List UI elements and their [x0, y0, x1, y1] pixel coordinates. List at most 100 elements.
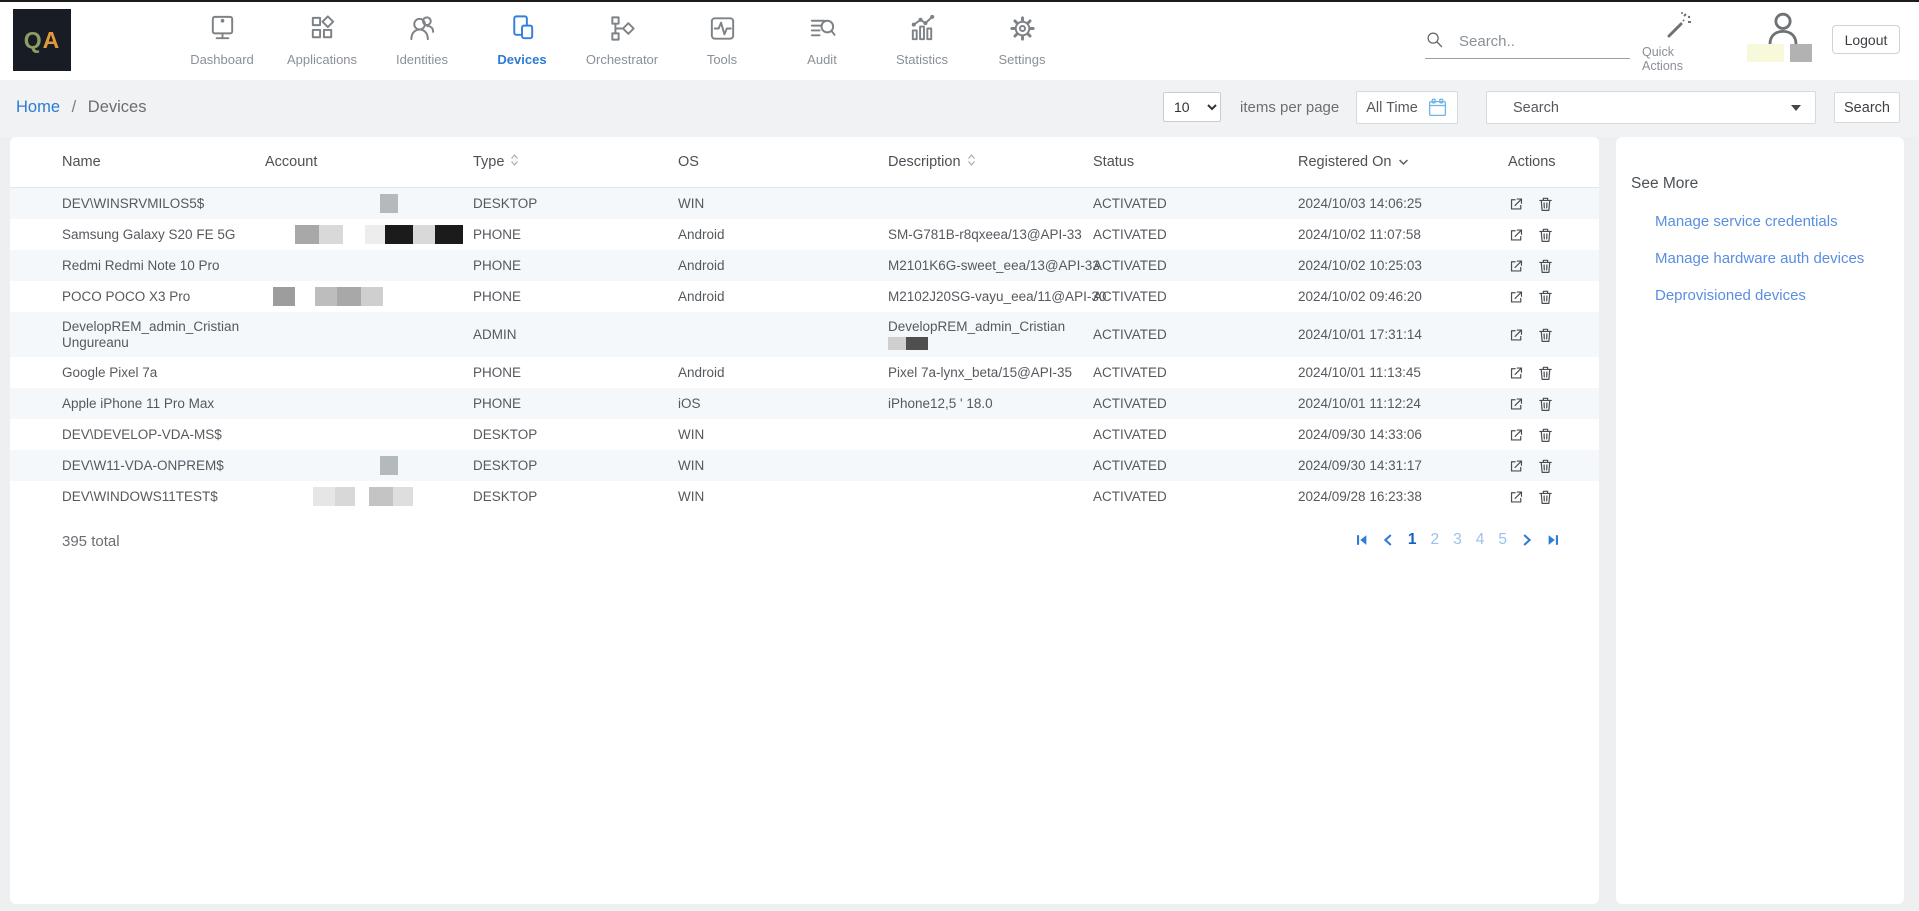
nav-item-dashboard[interactable]: Dashboard — [172, 8, 272, 67]
app-logo[interactable]: QA — [13, 9, 71, 71]
redacted-username-block — [1790, 44, 1812, 62]
delete-button[interactable] — [1537, 195, 1554, 213]
cell-os: Android — [668, 258, 878, 274]
search-button[interactable]: Search — [1834, 92, 1900, 123]
cell-description: SM-G781B-r8qxeea/13@API-33 — [878, 227, 1083, 243]
page-number-5[interactable]: 5 — [1495, 531, 1510, 549]
page-number-1[interactable]: 1 — [1405, 531, 1420, 549]
delete-button[interactable] — [1537, 257, 1554, 275]
logout-button[interactable]: Logout — [1832, 25, 1900, 54]
global-search-input[interactable] — [1459, 33, 1619, 50]
redacted-block — [335, 487, 355, 506]
user-avatar[interactable] — [1760, 10, 1806, 48]
table-row: Samsung Galaxy S20 FE 5GPHONEAndroidSM-G… — [10, 219, 1599, 250]
open-in-new-button[interactable] — [1508, 257, 1525, 275]
see-more-link-manage-hardware-auth-devices[interactable]: Manage hardware auth devices — [1655, 240, 1864, 277]
cell-name: Google Pixel 7a — [52, 365, 247, 381]
column-header-status: Status — [1083, 154, 1288, 170]
nav-item-devices[interactable]: Devices — [472, 8, 572, 67]
table-row: DEV\DEVELOP-VDA-MS$DESKTOPWINACTIVATED20… — [10, 419, 1599, 450]
column-header-registered-on[interactable]: Registered On — [1288, 154, 1498, 170]
page-number-4[interactable]: 4 — [1473, 531, 1488, 549]
open-in-new-icon — [1508, 201, 1525, 216]
items-per-page-select[interactable]: 10 — [1163, 92, 1221, 122]
status-badge: ACTIVATED — [1083, 327, 1288, 343]
items-per-page-label: items per page — [1240, 99, 1339, 116]
quick-actions-button[interactable]: Quick Actions — [1642, 8, 1714, 73]
nav-item-applications[interactable]: Applications — [272, 8, 372, 67]
last-page-button[interactable] — [1544, 531, 1562, 549]
devices-table-card: NameAccountType OS DescriptionStatusRegist… — [10, 137, 1599, 904]
nav-item-statistics[interactable]: Statistics — [872, 8, 972, 67]
cell-name: POCO POCO X3 Pro — [52, 289, 247, 305]
last-page-icon — [1546, 535, 1560, 550]
breadcrumb-home-link[interactable]: Home — [16, 98, 60, 116]
cell-os: iOS — [668, 396, 878, 412]
column-header-os: OS — [668, 154, 878, 170]
logo-letter-a: A — [43, 27, 61, 54]
search-field-dropdown[interactable]: Search — [1486, 91, 1816, 124]
table-row: DEV\W11-VDA-ONPREM$DESKTOPWINACTIVATED20… — [10, 450, 1599, 481]
redacted-block — [313, 487, 335, 506]
table-row: Apple iPhone 11 Pro MaxPHONEiOSiPhone12,… — [10, 388, 1599, 419]
cell-description: M2102J20SG-vayu_eea/11@API-30 — [878, 289, 1083, 305]
delete-button[interactable] — [1537, 226, 1554, 244]
open-in-new-button[interactable] — [1508, 457, 1525, 475]
redacted-block — [385, 225, 413, 244]
cell-os: WIN — [668, 196, 878, 212]
column-header-account: Account — [255, 154, 463, 170]
previous-page-button[interactable] — [1379, 531, 1397, 549]
delete-button[interactable] — [1537, 457, 1554, 475]
see-more-link-manage-service-credentials[interactable]: Manage service credentials — [1655, 203, 1864, 240]
cell-registered-on: 2024/10/01 17:31:14 — [1288, 327, 1498, 343]
open-in-new-button[interactable] — [1508, 288, 1525, 306]
nav-item-audit[interactable]: Audit — [772, 8, 872, 67]
column-header-type[interactable]: Type — [463, 153, 668, 171]
status-badge: ACTIVATED — [1083, 365, 1288, 381]
column-header-label: OS — [678, 154, 699, 170]
delete-icon — [1537, 401, 1554, 416]
devices-page: QA DashboardApplicationsIdentitiesDevice… — [0, 0, 1919, 911]
cell-description: iPhone12,5 ' 18.0 — [878, 396, 1083, 412]
open-in-new-button[interactable] — [1508, 426, 1525, 444]
main-nav: DashboardApplicationsIdentitiesDevicesOr… — [172, 8, 1072, 67]
column-header-description[interactable]: Description — [878, 153, 1083, 171]
nav-item-identities[interactable]: Identities — [372, 8, 472, 67]
nav-item-orchestrator[interactable]: Orchestrator — [572, 8, 672, 67]
total-count-label: 395 total — [62, 533, 120, 550]
open-in-new-button[interactable] — [1508, 364, 1525, 382]
delete-button[interactable] — [1537, 395, 1554, 413]
delete-icon — [1537, 263, 1554, 278]
open-in-new-button[interactable] — [1508, 488, 1525, 506]
cell-actions — [1498, 457, 1588, 475]
page-number-2[interactable]: 2 — [1428, 531, 1443, 549]
delete-button[interactable] — [1537, 326, 1554, 344]
delete-button[interactable] — [1537, 426, 1554, 444]
delete-button[interactable] — [1537, 288, 1554, 306]
page-number-3[interactable]: 3 — [1450, 531, 1465, 549]
delete-button[interactable] — [1537, 364, 1554, 382]
open-in-new-button[interactable] — [1508, 395, 1525, 413]
cell-os: WIN — [668, 489, 878, 505]
column-header-name: Name — [52, 154, 255, 170]
cell-registered-on: 2024/10/02 11:07:58 — [1288, 227, 1498, 243]
global-search — [1425, 30, 1630, 59]
delete-button[interactable] — [1537, 488, 1554, 506]
nav-item-settings[interactable]: Settings — [972, 8, 1072, 67]
see-more-link-deprovisioned-devices[interactable]: Deprovisioned devices — [1655, 277, 1864, 314]
delete-icon — [1537, 201, 1554, 216]
open-in-new-button[interactable] — [1508, 326, 1525, 344]
redacted-block — [380, 456, 398, 475]
open-in-new-button[interactable] — [1508, 195, 1525, 213]
cell-actions — [1498, 426, 1588, 444]
nav-item-tools[interactable]: Tools — [672, 8, 772, 67]
table-row: Google Pixel 7aPHONEAndroidPixel 7a-lynx… — [10, 357, 1599, 388]
cell-account — [255, 487, 463, 507]
open-in-new-button[interactable] — [1508, 226, 1525, 244]
next-page-button[interactable] — [1518, 531, 1536, 549]
time-filter-button[interactable]: All Time — [1356, 91, 1458, 124]
description-text: M2101K6G-sweet_eea/13@API-33 — [888, 258, 1083, 274]
description-text: Pixel 7a-lynx_beta/15@API-35 — [888, 365, 1083, 381]
first-page-button[interactable] — [1353, 531, 1371, 549]
topbar: QA DashboardApplicationsIdentitiesDevice… — [0, 0, 1919, 80]
